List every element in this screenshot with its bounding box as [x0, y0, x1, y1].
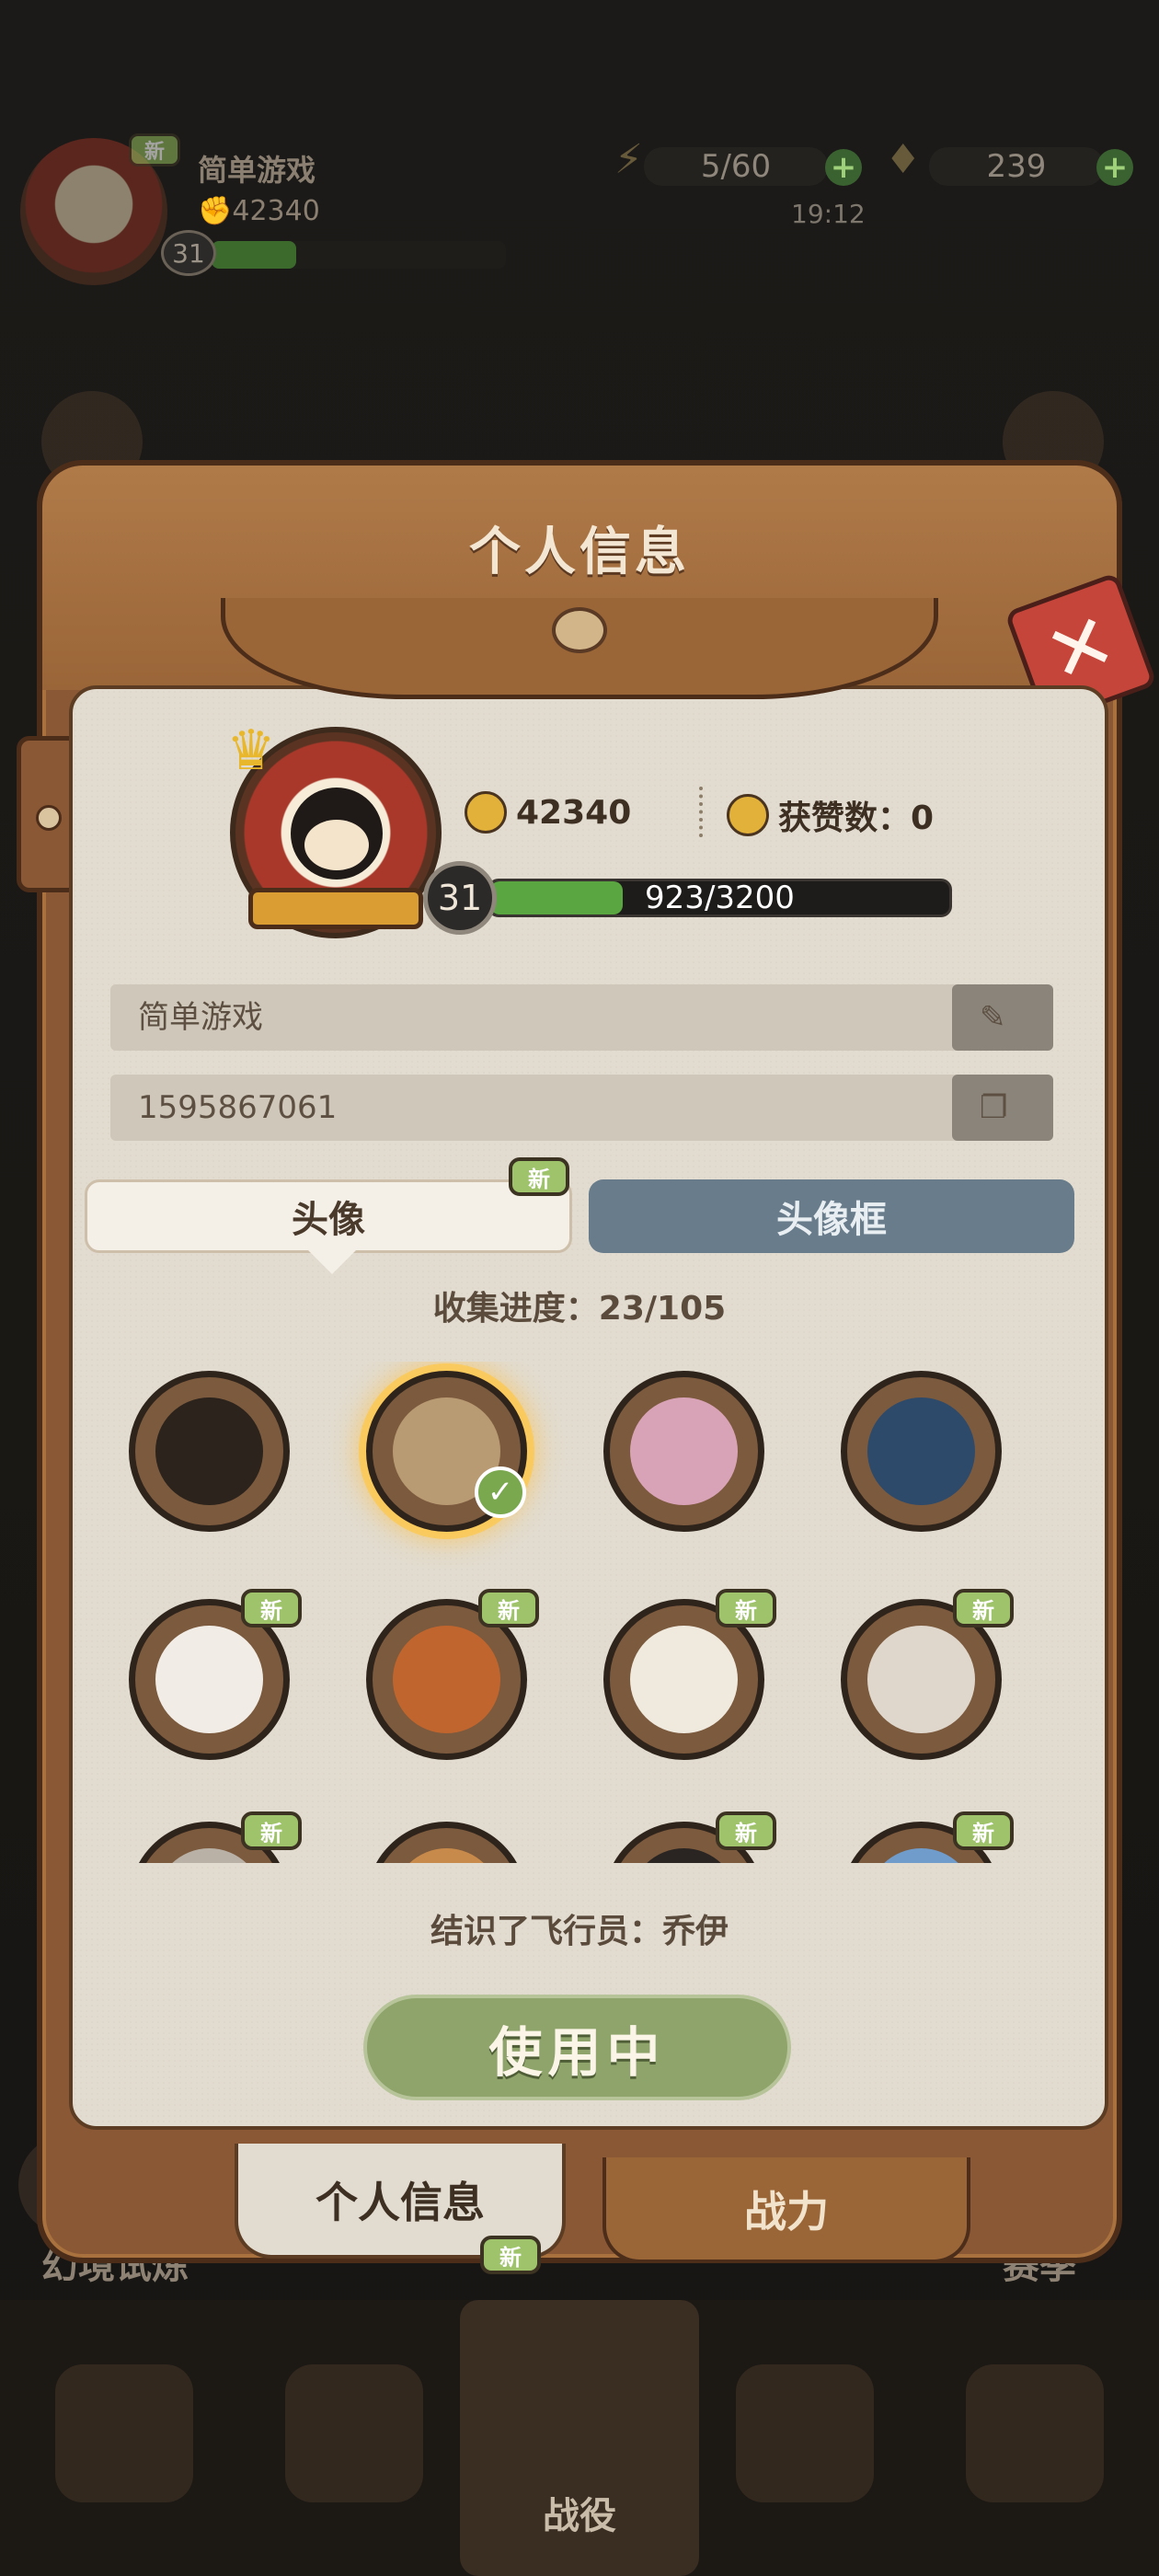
uid-field: 1595867061 ❐ [110, 1075, 1053, 1141]
thumbs-up-icon [727, 794, 769, 836]
avatar-new-badge: 新 [478, 1589, 539, 1627]
hud-level-bar [212, 241, 506, 269]
avatar-portrait [867, 1848, 975, 1863]
hud-power-value: 42340 [232, 195, 320, 227]
add-energy-button[interactable]: + [825, 149, 862, 186]
dock-shop-button[interactable] [285, 2364, 423, 2502]
avatar-portrait [155, 1626, 263, 1733]
avatar-option[interactable] [841, 1371, 1002, 1532]
edit-name-button[interactable]: ✎ [952, 984, 1053, 1051]
collection-progress: 收集进度：23/105 [432, 1290, 727, 1328]
panel-title: 个人信息 [469, 523, 690, 582]
avatar-option[interactable] [366, 1822, 527, 1863]
tab-avatar-new-badge: 新 [509, 1157, 569, 1196]
avatar-new-badge: 新 [953, 1811, 1014, 1850]
tab-avatar[interactable]: 头像 [85, 1179, 572, 1274]
edit-icon: ✎ [980, 999, 1006, 1036]
tab-profile-new-badge: 新 [480, 2236, 541, 2274]
tab-avatar-label: 头像 [292, 1199, 365, 1241]
stat-divider [699, 787, 703, 837]
avatar-portrait [155, 1397, 263, 1505]
tab-profile-label: 个人信息 [316, 2177, 485, 2227]
copy-uid-button[interactable]: ❐ [952, 1075, 1053, 1141]
avatar-portrait [630, 1397, 738, 1505]
flap-pin-icon [552, 607, 607, 653]
dock-chest-button[interactable] [55, 2364, 193, 2502]
avatar-portrait [630, 1848, 738, 1863]
avatar-new-badge: 新 [241, 1589, 302, 1627]
likes-stat: 获赞数：0 [727, 791, 934, 839]
dock-campaign-label: 战役 [543, 2495, 616, 2537]
hud-player-name: 简单游戏 [198, 153, 316, 188]
tab-frame-label: 头像框 [776, 1199, 887, 1241]
hud-power: ✊42340 [198, 195, 320, 227]
avatar-new-badge: 新 [953, 1589, 1014, 1627]
power-value: 42340 [516, 793, 632, 832]
hud-level: 31 [161, 230, 216, 276]
avatar-portrait [393, 1626, 500, 1733]
dock-campaign-button[interactable]: 战役 [460, 2300, 699, 2576]
hud-level-fill [212, 241, 297, 269]
avatar-portrait [393, 1848, 500, 1863]
avatar-option[interactable]: ✓ [366, 1371, 527, 1532]
tab-combat-label: 战力 [744, 2186, 829, 2237]
tab-combat-power[interactable]: 战力 [602, 2157, 970, 2263]
avatar-portrait [867, 1397, 975, 1505]
power-stat: 42340 [465, 791, 631, 834]
crown-icon: ♛ [226, 719, 276, 783]
likes-value: 获赞数：0 [778, 799, 935, 837]
name-field: 简单游戏 ✎ [110, 984, 1053, 1051]
star-badge-icon [248, 888, 423, 929]
add-gems-button[interactable]: + [1096, 149, 1133, 186]
avatar-new-badge: 新 [716, 1811, 776, 1850]
avatar-option[interactable] [129, 1371, 290, 1532]
player-uid: 1595867061 [138, 1089, 338, 1126]
gem-counter: 239 [929, 147, 1104, 186]
avatar-portrait [155, 1848, 263, 1863]
copy-icon: ❐ [980, 1089, 1008, 1126]
avatar-new-badge: 新 [241, 1811, 302, 1850]
avatar-description: 结识了飞行员：乔伊 [430, 1913, 729, 1950]
avatar-option[interactable]: 新 [129, 1811, 302, 1863]
hud-new-badge: 新 [129, 133, 180, 167]
avatar-option[interactable] [603, 1371, 764, 1532]
avatar-face [291, 788, 383, 880]
xp-text: 923/3200 [645, 880, 795, 916]
level-badge: 31 [423, 861, 497, 935]
energy-timer: 19:12 [791, 199, 866, 229]
avatar-option[interactable]: 新 [841, 1589, 1014, 1760]
gem-icon: ♦ [885, 136, 922, 183]
in-use-button[interactable]: 使用中 [363, 1995, 791, 2100]
xp-bar: 923/3200 [488, 879, 952, 917]
checkmark-icon: ✓ [475, 1466, 526, 1518]
avatar-option[interactable]: 新 [841, 1811, 1014, 1863]
avatar-portrait [867, 1626, 975, 1733]
avatar-option[interactable]: 新 [603, 1811, 776, 1863]
avatar-option[interactable]: 新 [366, 1589, 539, 1760]
player-name: 简单游戏 [138, 999, 263, 1036]
dock-hero-button[interactable] [736, 2364, 874, 2502]
avatar-new-badge: 新 [716, 1589, 776, 1627]
avatar-grid: ✓ 新新新新新新新 [129, 1362, 1030, 1863]
avatar-option[interactable]: 新 [603, 1589, 776, 1760]
dock-star-button[interactable] [966, 2364, 1104, 2502]
tab-avatar-frame[interactable]: 头像框 [589, 1179, 1074, 1253]
avatar-option[interactable]: 新 [129, 1589, 302, 1760]
avatar-portrait [630, 1626, 738, 1733]
fist-icon [465, 791, 507, 834]
energy-icon: ⚡ [614, 136, 643, 183]
energy-counter: 5/60 [644, 147, 828, 186]
